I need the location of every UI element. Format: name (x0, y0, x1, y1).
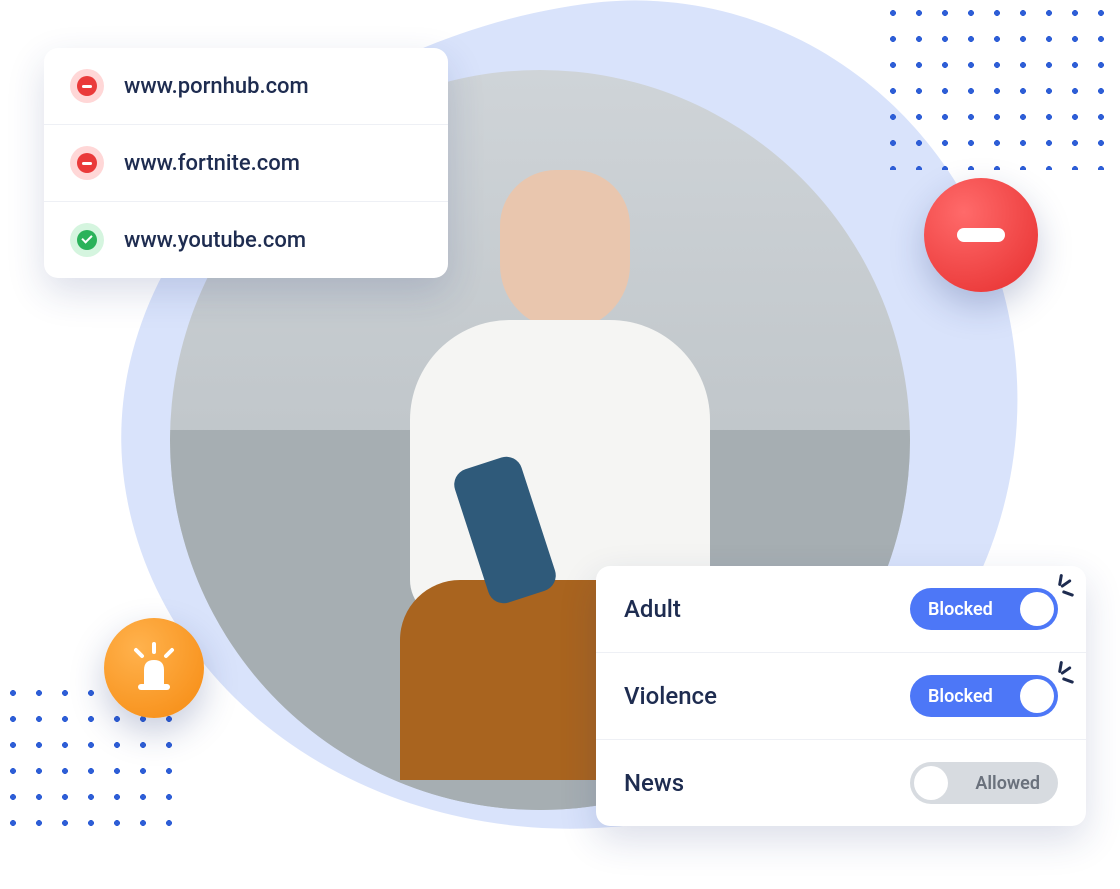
toggle-state-label: Blocked (928, 686, 993, 707)
category-label: Adult (624, 595, 681, 623)
category-toggle[interactable]: Blocked (910, 588, 1058, 630)
site-row[interactable]: www.youtube.com (44, 202, 448, 278)
check-icon (70, 223, 104, 257)
block-icon (924, 178, 1038, 292)
site-url: www.fortnite.com (124, 151, 300, 176)
decorative-dots-top-right (880, 0, 1120, 170)
toggle-state-label: Allowed (975, 773, 1040, 794)
category-row-adult: Adult Blocked (596, 566, 1086, 653)
category-row-news: News Allowed (596, 740, 1086, 826)
category-row-violence: Violence Blocked (596, 653, 1086, 740)
toggle-knob (914, 766, 948, 800)
site-row[interactable]: www.pornhub.com (44, 48, 448, 125)
category-filter-card: Adult Blocked Violence Blocked News Allo… (596, 566, 1086, 826)
toggle-knob (1020, 592, 1054, 626)
toggle-state-label: Blocked (928, 599, 993, 620)
site-url: www.pornhub.com (124, 74, 309, 99)
block-icon (70, 146, 104, 180)
block-icon (70, 69, 104, 103)
category-toggle[interactable]: Allowed (910, 762, 1058, 804)
toggle-knob (1020, 679, 1054, 713)
siren-icon (104, 618, 204, 718)
blocked-sites-card: www.pornhub.com www.fortnite.com www.you… (44, 48, 448, 278)
category-label: News (624, 769, 684, 797)
category-label: Violence (624, 682, 717, 710)
site-row[interactable]: www.fortnite.com (44, 125, 448, 202)
category-toggle[interactable]: Blocked (910, 675, 1058, 717)
site-url: www.youtube.com (124, 228, 306, 253)
